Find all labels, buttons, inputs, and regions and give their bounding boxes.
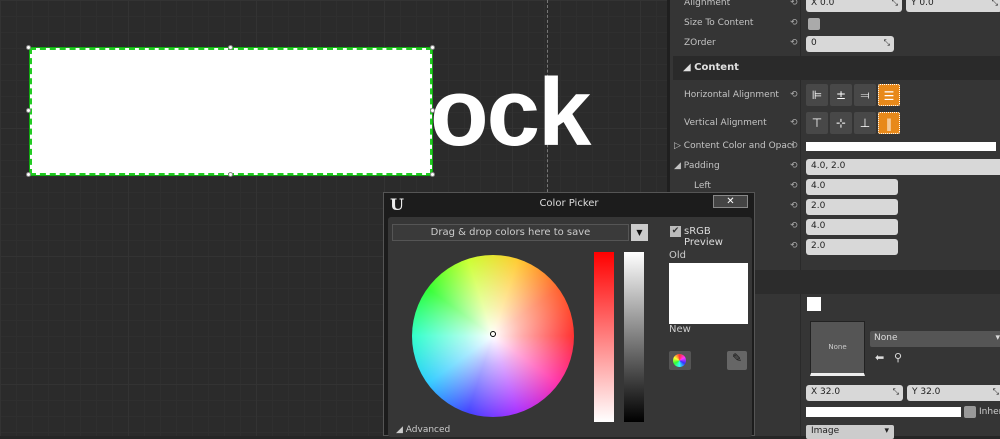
alignment-row: Alignment ⟲ X 0.0 ⤡ Y 0.0 ⤡ [670, 0, 1000, 14]
resize-handle[interactable] [228, 45, 233, 50]
align-top-button[interactable]: ⊤ [806, 112, 828, 134]
resize-handle[interactable] [26, 108, 31, 113]
color-wheel[interactable] [412, 255, 574, 417]
color-wheel-icon [673, 354, 686, 367]
align-middle-button[interactable]: ⊹ [830, 112, 852, 134]
value-slider[interactable] [624, 252, 644, 422]
content-color-row: ▷ Content Color and Opaci ⟲ [670, 137, 1000, 157]
inherit-checkbox[interactable] [964, 406, 976, 418]
reset-icon[interactable]: ⟲ [790, 181, 798, 191]
asset-dropdown[interactable]: None ▾ [870, 331, 1000, 347]
zorder-label: ZOrder [684, 38, 716, 48]
color-preview [669, 263, 748, 324]
align-center-button[interactable]: ± [830, 84, 852, 106]
size-to-content-checkbox[interactable] [808, 18, 820, 30]
picker-body: Drag & drop colors here to save ▼ ✔ sRGB… [388, 217, 752, 437]
padding-left-label: Left [694, 181, 711, 191]
padding-row: ◢ Padding ⟲ 4.0, 2.0 [670, 157, 1000, 177]
vertical-alignment-row: Vertical Alignment ⟲ ⊤ ⊹ ⊥ ‖ [670, 112, 1000, 136]
horizontal-alignment-label: Horizontal Alignment [684, 90, 779, 100]
reset-icon[interactable]: ⟲ [790, 18, 798, 28]
brush-tint-bar[interactable] [806, 407, 961, 417]
resize-handle[interactable] [26, 172, 31, 177]
old-color-label: Old [669, 250, 686, 261]
padding-right-field[interactable]: 4.0 [806, 219, 898, 235]
advanced-toggle[interactable]: ◢ Advanced [396, 425, 450, 435]
reset-icon[interactable]: ⟲ [790, 201, 798, 211]
browse-search-icon[interactable]: ⚲ [894, 351, 902, 364]
reset-icon[interactable]: ⟲ [790, 241, 798, 251]
eyedropper-icon: ✎ [731, 351, 743, 365]
content-section-header[interactable]: ◢ Content [673, 56, 1000, 80]
resize-handle[interactable] [430, 108, 435, 113]
reset-icon[interactable]: ⟲ [790, 141, 798, 151]
content-color-swatch[interactable] [806, 142, 996, 151]
image-size-x-field[interactable]: X 32.0 ⤡ [806, 385, 903, 401]
color-picker-window: U Color Picker ✕ Drag & drop colors here… [383, 192, 755, 437]
horizontal-alignment-row: Horizontal Alignment ⟲ ⊫ ± ⫤ ☰ [670, 84, 1000, 108]
color-wheel-mode-button[interactable] [669, 351, 691, 370]
reset-icon[interactable]: ⟲ [790, 0, 798, 8]
reset-icon[interactable]: ⟲ [790, 161, 798, 171]
selected-widget[interactable] [29, 47, 433, 176]
zorder-field[interactable]: 0 ⤡ [806, 36, 894, 52]
resize-handle[interactable] [430, 172, 435, 177]
resize-handle[interactable] [26, 45, 31, 50]
padding-bottom-field[interactable]: 2.0 [806, 239, 898, 255]
reset-icon[interactable]: ⟲ [790, 118, 798, 128]
alignment-label: Alignment [684, 0, 731, 8]
alignment-y-field[interactable]: Y 0.0 ⤡ [906, 0, 1000, 12]
saved-colors-bar[interactable]: Drag & drop colors here to save [392, 224, 629, 241]
use-selected-arrow-icon[interactable]: ⬅ [875, 351, 884, 364]
padding-field[interactable]: 4.0, 2.0 [806, 159, 1000, 175]
color-wheel-cursor[interactable] [490, 331, 496, 337]
resize-handle[interactable] [228, 172, 233, 177]
new-color-label: New [669, 324, 691, 335]
close-button[interactable]: ✕ [713, 195, 748, 208]
align-fill-button[interactable]: ☰ [878, 84, 900, 106]
size-to-content-row: Size To Content ⟲ [670, 14, 1000, 34]
srgb-checkbox[interactable]: ✔ [670, 226, 681, 237]
brush-tint-swatch[interactable] [807, 297, 821, 311]
padding-left-field[interactable]: 4.0 [806, 179, 898, 195]
srgb-label: sRGB Preview [684, 226, 723, 248]
saturation-slider[interactable] [594, 252, 614, 422]
size-to-content-label: Size To Content [684, 18, 754, 28]
text-block-visible[interactable]: ock [430, 58, 591, 168]
alignment-x-field[interactable]: X 0.0 ⤡ [806, 0, 902, 12]
window-title: Color Picker [539, 198, 599, 209]
resize-handle[interactable] [430, 45, 435, 50]
eyedropper-button[interactable]: ✎ [727, 351, 747, 370]
content-color-label: ▷ Content Color and Opaci [674, 141, 795, 151]
brush-thumbnail[interactable]: None [810, 321, 865, 376]
align-bottom-button[interactable]: ⊥ [854, 112, 876, 134]
vertical-alignment-label: Vertical Alignment [684, 118, 767, 128]
inherit-label: Inheri [979, 407, 1000, 417]
reset-icon[interactable]: ⟲ [790, 90, 798, 100]
align-right-button[interactable]: ⫤ [854, 84, 876, 106]
image-size-y-field[interactable]: Y 32.0 ⤡ [907, 385, 1000, 401]
draw-as-dropdown[interactable]: Image ▾ [806, 425, 894, 439]
saved-colors-dropdown[interactable]: ▼ [631, 224, 648, 241]
reset-icon[interactable]: ⟲ [790, 38, 798, 48]
padding-label: ◢ Padding [674, 161, 720, 171]
reset-icon[interactable]: ⟲ [790, 221, 798, 231]
align-vfill-button[interactable]: ‖ [878, 112, 900, 134]
padding-top-field[interactable]: 2.0 [806, 199, 898, 215]
zorder-row: ZOrder ⟲ 0 ⤡ [670, 34, 1000, 54]
align-left-button[interactable]: ⊫ [806, 84, 828, 106]
